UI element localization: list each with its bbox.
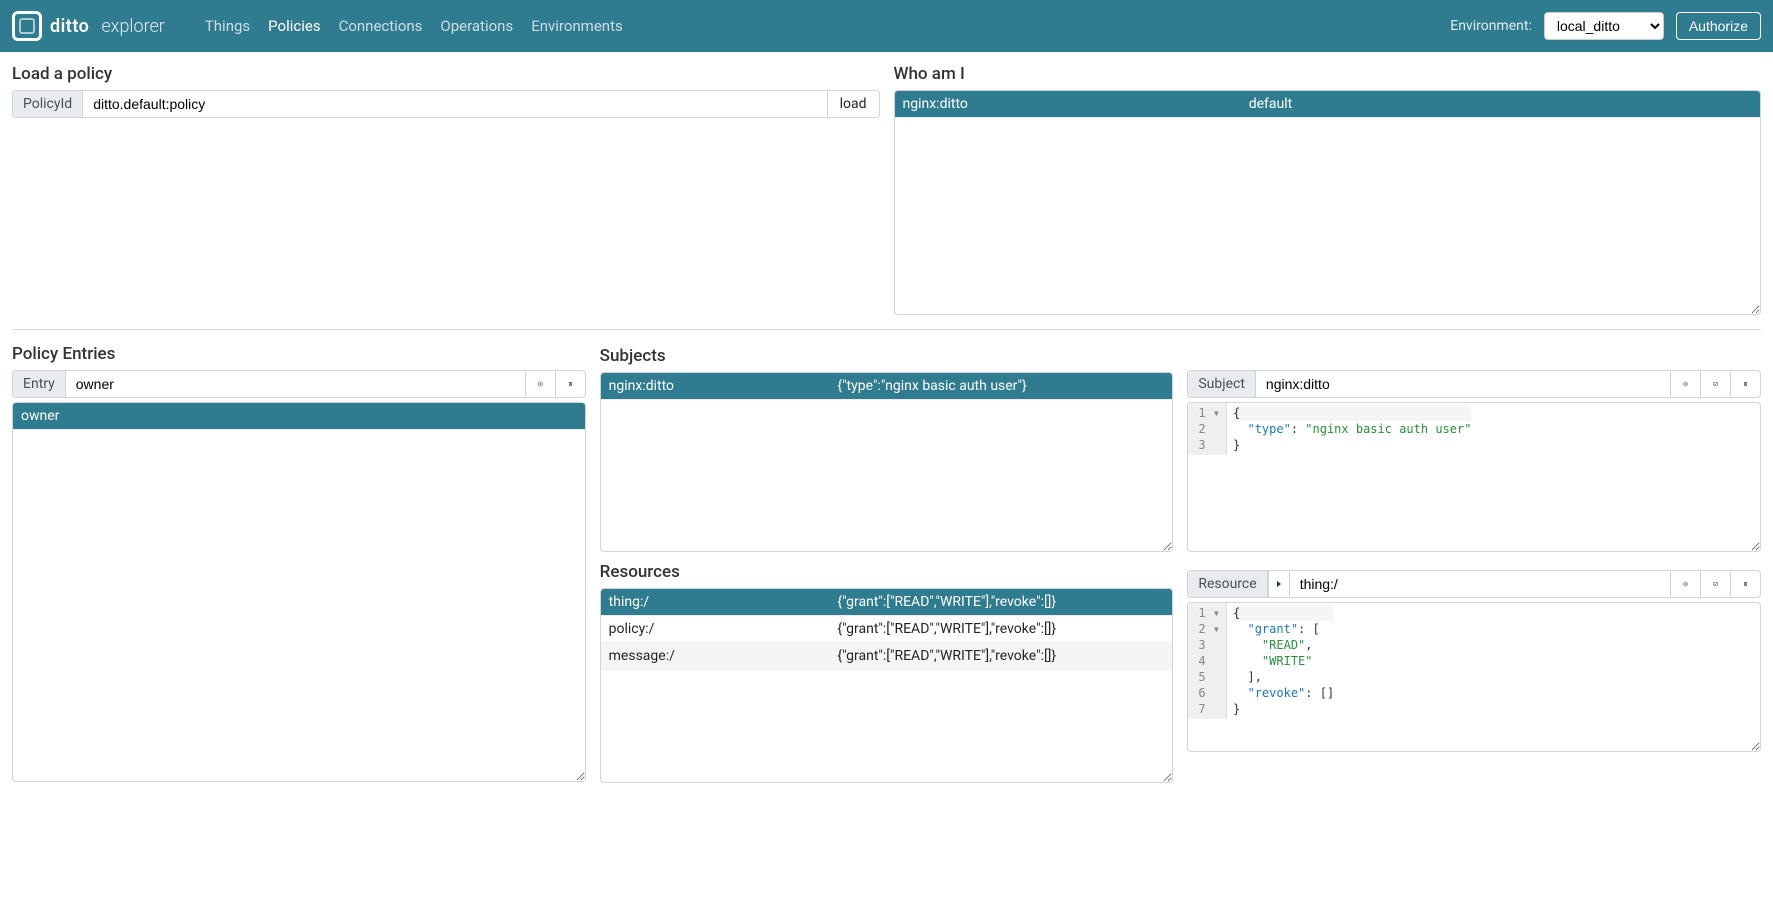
resource-input-group: Resource [1187,570,1761,598]
trash-icon [1743,577,1748,591]
plus-circle-icon [1683,577,1688,591]
whoami-panel: Who am I nginx:dittodefault [894,64,1762,315]
delete-subject-button[interactable] [1730,371,1760,397]
editor-gutter: 1 ▾ 2 ▾ 3 4 5 6 7 [1188,603,1227,719]
resources-box[interactable]: thing:/{"grant":["READ","WRITE"],"revoke… [600,588,1174,783]
resources-table: thing:/{"grant":["READ","WRITE"],"revoke… [601,589,1173,670]
entry-column: Entry owner [12,370,586,783]
policyid-input[interactable] [83,91,826,117]
save-resource-button[interactable] [1700,571,1730,597]
subjects-table: nginx:ditto{"type":"nginx basic auth use… [601,373,1173,400]
table-cell: {"grant":["READ","WRITE"],"revoke":[]} [829,616,1172,643]
brand-name: ditto [50,16,89,37]
entry-input-group: Entry [12,370,586,398]
resource-input[interactable] [1290,571,1670,597]
add-subject-button[interactable] [1670,371,1700,397]
entry-input[interactable] [66,371,525,397]
entries-table: owner [13,403,585,430]
whoami-table: nginx:dittodefault [895,91,1761,118]
whoami-box[interactable]: nginx:dittodefault [894,90,1762,315]
caret-right-icon [1275,580,1283,588]
nav-links: Things Policies Connections Operations Envir… [205,17,623,35]
editor-code[interactable]: { "type": "nginx basic auth user" } [1227,403,1477,455]
table-cell: {"grant":["READ","WRITE"],"revoke":[]} [829,643,1172,670]
nav-link-environments[interactable]: Environments [531,17,623,35]
nav-link-operations[interactable]: Operations [440,17,513,35]
table-cell: {"type":"nginx basic auth user"} [829,373,1172,400]
table-cell: thing:/ [601,589,830,616]
table-cell: {"grant":["READ","WRITE"],"revoke":[]} [829,589,1172,616]
table-row[interactable]: nginx:ditto{"type":"nginx basic auth use… [601,373,1173,400]
entries-list-box[interactable]: owner [12,402,586,782]
resource-editor[interactable]: 1 ▾ 2 ▾ 3 4 5 6 7 { "grant": [ "READ", "… [1187,602,1761,752]
authorize-button[interactable]: Authorize [1676,12,1761,40]
add-resource-button[interactable] [1670,571,1700,597]
table-row[interactable]: message:/{"grant":["READ","WRITE"],"revo… [601,643,1173,670]
environment-label: Environment: [1450,18,1532,34]
save-subject-button[interactable] [1700,371,1730,397]
delete-resource-button[interactable] [1730,571,1760,597]
table-row[interactable]: nginx:dittodefault [895,91,1761,118]
nav-right: Environment: local_ditto Authorize [1450,12,1761,40]
whoami-heading: Who am I [894,64,1762,84]
table-row[interactable]: policy:/{"grant":["READ","WRITE"],"revok… [601,616,1173,643]
table-cell: default [1241,91,1760,118]
brand-sub: explorer [101,16,164,37]
table-cell: nginx:ditto [601,373,830,400]
load-policy-heading: Load a policy [12,64,880,84]
plus-circle-icon [1683,377,1688,391]
policyid-input-group: PolicyId load [12,90,880,118]
nav-link-policies[interactable]: Policies [268,17,320,35]
load-policy-panel: Load a policy PolicyId load [12,64,880,315]
subject-input-group: Subject [1187,370,1761,398]
entry-addon: Entry [13,371,66,397]
subject-editor[interactable]: 1 ▾ 2 3 { "type": "nginx basic auth user… [1187,402,1761,552]
navbar: ditto explorer Things Policies Connections… [0,0,1773,52]
load-button[interactable]: load [827,91,879,117]
resource-addon: Resource [1188,571,1267,597]
subjects-heading: Subjects [600,346,1174,366]
resources-heading: Resources [600,562,1174,582]
nav-link-things[interactable]: Things [205,17,250,35]
nav-link-connections[interactable]: Connections [339,17,423,35]
table-cell: nginx:ditto [895,91,1241,118]
add-entry-button[interactable] [525,371,555,397]
trash-icon [568,377,573,391]
subjects-box[interactable]: nginx:ditto{"type":"nginx basic auth use… [600,372,1174,552]
environment-select[interactable]: local_ditto [1544,12,1664,40]
brand: ditto explorer [12,11,165,41]
subject-input[interactable] [1256,371,1670,397]
delete-entry-button[interactable] [555,371,585,397]
policyid-addon: PolicyId [13,91,83,117]
table-cell: owner [13,403,585,430]
subjects-resources-column: Subjects nginx:ditto{"type":"nginx basic… [600,370,1174,783]
subject-addon: Subject [1188,371,1256,397]
editor-gutter: 1 ▾ 2 3 [1188,403,1227,455]
editors-column: Subject 1 ▾ 2 3 { "type": "nginx basic a… [1187,370,1761,783]
resource-dropdown-toggle[interactable] [1268,571,1290,597]
table-cell: policy:/ [601,616,830,643]
table-cell: message:/ [601,643,830,670]
save-icon [1713,377,1718,391]
divider [12,329,1761,330]
editor-code[interactable]: { "grant": [ "READ", "WRITE" ], "revoke"… [1227,603,1340,719]
trash-icon [1743,377,1748,391]
table-row[interactable]: owner [13,403,585,430]
plus-circle-icon [538,377,543,391]
table-row[interactable]: thing:/{"grant":["READ","WRITE"],"revoke… [601,589,1173,616]
save-icon [1713,577,1718,591]
logo-icon [12,11,42,41]
